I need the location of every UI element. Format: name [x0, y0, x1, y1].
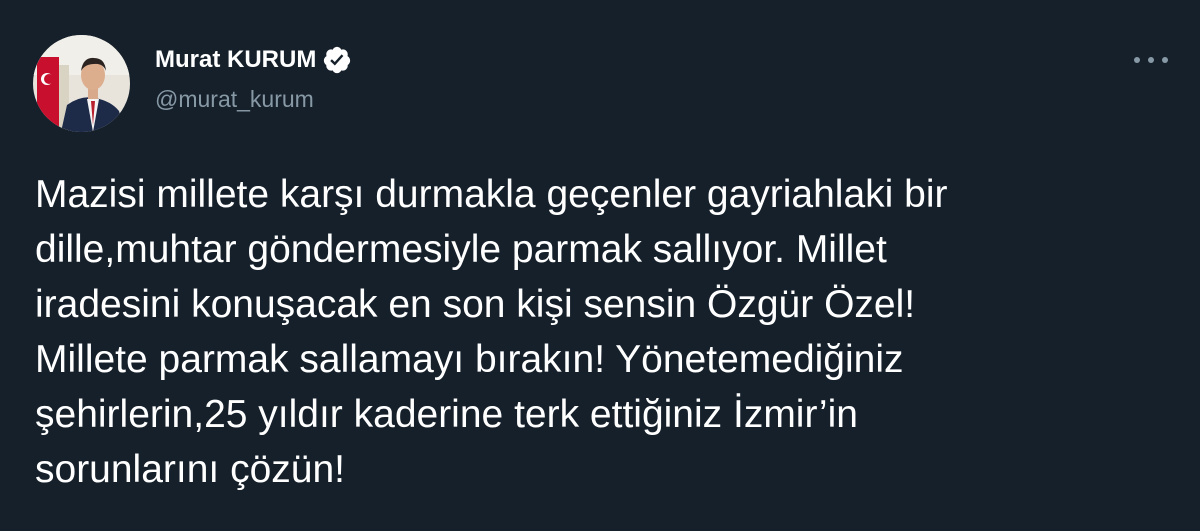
more-dot-icon	[1162, 57, 1168, 63]
author-avatar[interactable]	[33, 35, 130, 132]
more-dot-icon	[1134, 57, 1140, 63]
author-handle[interactable]: @murat_kurum	[155, 86, 314, 113]
author-display-name[interactable]: Murat KURUM	[155, 46, 316, 74]
verified-badge-icon	[322, 45, 352, 75]
tweet-text: Mazisi millete karşı durmakla geçenler g…	[35, 173, 948, 491]
tweet-card: Murat KURUM @murat_kurum Mazisi millete …	[0, 0, 1200, 531]
avatar-photo	[33, 35, 130, 132]
more-dot-icon	[1148, 57, 1154, 63]
more-options-button[interactable]	[1134, 48, 1168, 72]
author-name-row[interactable]: Murat KURUM	[155, 44, 352, 76]
